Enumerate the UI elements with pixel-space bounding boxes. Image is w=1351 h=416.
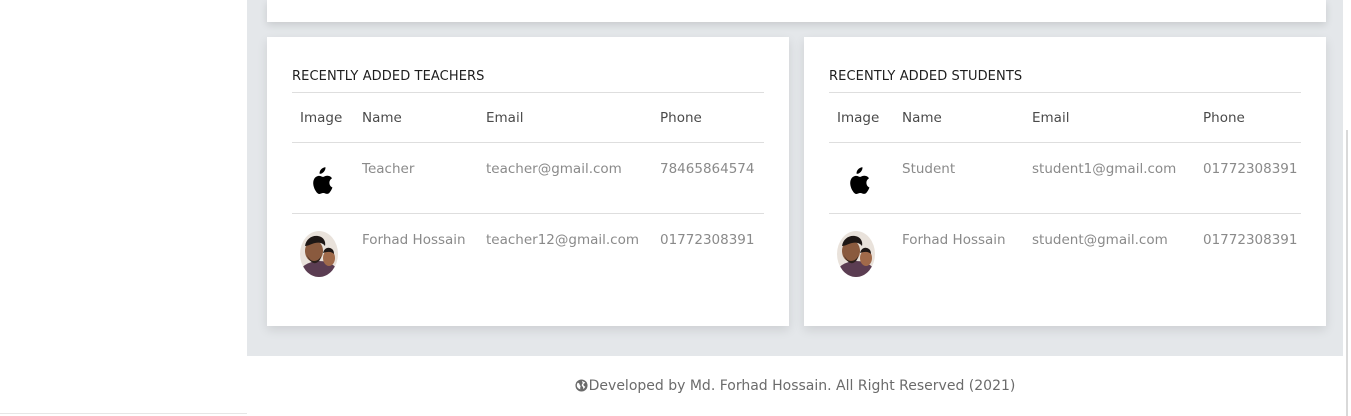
footer-text: Developed by Md. Forhad Hossain. All Rig… [588,378,1016,394]
column-header-phone: Phone [1203,110,1245,126]
teacher-email: teacher12@gmail.com [486,232,640,248]
student-phone: 01772308391 [1203,161,1298,177]
avatar [837,231,875,277]
student-name: Forhad Hossain [902,232,1006,248]
column-header-phone: Phone [660,110,702,126]
column-header-image: Image [837,110,880,126]
recent-teachers-card: RECENTLY ADDED TEACHERS Image Name Email… [267,37,789,326]
teacher-phone: 78465864574 [660,161,755,177]
student-email: student1@gmail.com [1032,161,1177,177]
avatar [300,231,338,277]
sidebar [0,0,247,414]
student-email: student@gmail.com [1032,232,1168,248]
scrollbar-thumb[interactable] [1346,130,1348,416]
card-title: RECENTLY ADDED TEACHERS [292,69,485,84]
table-row: Teacher teacher@gmail.com 78465864574 [292,143,764,214]
column-header-name: Name [902,110,942,126]
student-phone: 01772308391 [1203,232,1298,248]
teacher-name: Forhad Hossain [362,232,466,248]
teacher-name: Teacher [362,161,415,177]
recent-students-card: RECENTLY ADDED STUDENTS Image Name Email… [804,37,1326,326]
table-header: Image Name Email Phone [829,93,1301,143]
footer-credit: Developed by Md. Forhad Hossain. All Rig… [247,378,1343,396]
teacher-phone: 01772308391 [660,232,755,248]
table-row: Student student1@gmail.com 01772308391 [829,143,1301,214]
table-row: Forhad Hossain teacher12@gmail.com 01772… [292,214,764,285]
student-name: Student [902,161,956,177]
column-header-email: Email [486,110,524,126]
table-row: Forhad Hossain student@gmail.com 0177230… [829,214,1301,285]
column-header-image: Image [300,110,343,126]
column-header-name: Name [362,110,402,126]
page-scrollbar[interactable] [1343,0,1351,416]
footer: Developed by Md. Forhad Hossain. All Rig… [247,356,1343,416]
card-title: RECENTLY ADDED STUDENTS [829,69,1023,84]
globe-icon [575,379,588,396]
apple-logo-icon [300,156,340,201]
previous-card [267,0,1326,22]
table-header: Image Name Email Phone [292,93,764,143]
column-header-email: Email [1032,110,1070,126]
teacher-email: teacher@gmail.com [486,161,622,177]
apple-logo-icon [837,156,877,201]
